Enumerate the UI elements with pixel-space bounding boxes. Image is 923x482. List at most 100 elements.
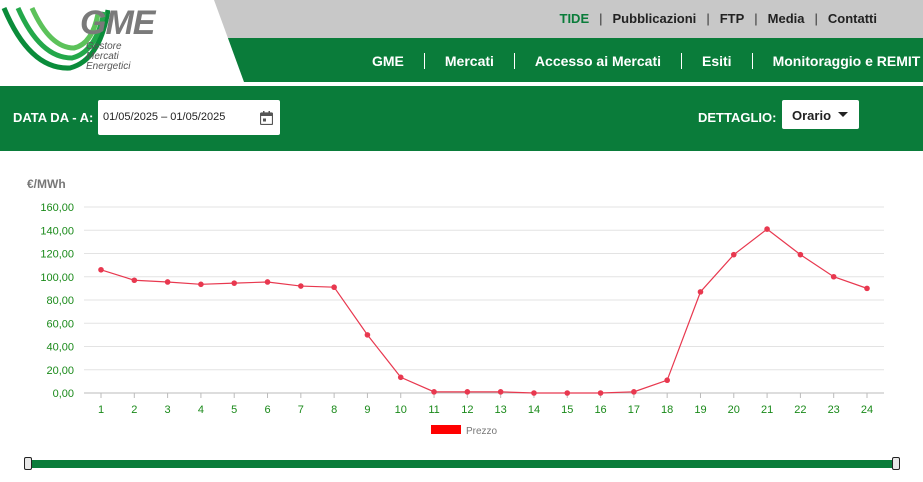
data-point	[331, 284, 337, 291]
y-tick-label: 0,00	[53, 388, 74, 400]
x-tick-label: 6	[264, 404, 270, 416]
legend-label: Prezzo	[466, 426, 498, 437]
data-point	[298, 283, 304, 289]
detail-select-value: Orario	[792, 108, 832, 123]
y-tick-label: 100,00	[40, 272, 74, 284]
separator	[751, 53, 753, 69]
data-point	[397, 374, 404, 381]
page: GME Gestore Mercati Energetici TIDE | Pu…	[0, 0, 923, 482]
x-tick-label: 20	[728, 404, 740, 416]
main-nav: GME Mercati Accesso ai Mercati Esiti Mon…	[372, 53, 920, 69]
chevron-down-icon	[838, 112, 848, 117]
y-tick-label: 20,00	[46, 365, 74, 377]
logo-wordmark: GME	[80, 4, 155, 42]
separator: |	[706, 11, 710, 26]
x-tick-label: 13	[495, 404, 507, 416]
data-point	[797, 251, 804, 258]
legend-swatch	[431, 425, 461, 434]
x-tick-label: 7	[298, 404, 304, 416]
chart-legend[interactable]: Prezzo	[431, 425, 498, 437]
y-tick-label: 160,00	[40, 202, 74, 214]
logo-subtitle-line: Energetici	[86, 61, 131, 72]
toplink-ftp[interactable]: FTP	[720, 11, 745, 26]
detail-select[interactable]: Orario	[782, 100, 859, 129]
x-tick-label: 11	[428, 404, 439, 416]
data-point	[497, 389, 504, 395]
y-tick-label: 140,00	[40, 225, 74, 237]
nav-esiti[interactable]: Esiti	[702, 53, 732, 69]
nav-accesso-mercati[interactable]: Accesso ai Mercati	[535, 53, 661, 69]
series-prezzo	[98, 226, 870, 396]
y-tick-label: 120,00	[40, 249, 74, 261]
slider-track[interactable]	[28, 460, 897, 468]
data-point	[464, 389, 471, 395]
separator: |	[754, 11, 758, 26]
data-point	[231, 280, 238, 286]
x-tick-label: 24	[861, 404, 873, 416]
site-header: GME Gestore Mercati Energetici TIDE | Pu…	[0, 0, 923, 82]
data-point	[364, 332, 371, 338]
data-point	[264, 279, 271, 285]
data-point	[697, 289, 704, 295]
x-tick-label: 22	[794, 404, 806, 416]
separator	[513, 53, 515, 69]
x-tick-label: 19	[694, 404, 706, 416]
x-tick-label: 21	[761, 404, 773, 416]
date-range-input[interactable]: 01/05/2025 – 01/05/2025	[98, 100, 280, 135]
y-tick-label: 80,00	[46, 295, 74, 307]
x-tick-label: 12	[461, 404, 473, 416]
x-tick-label: 23	[828, 404, 840, 416]
data-point	[164, 279, 171, 285]
data-point	[830, 273, 837, 280]
separator	[681, 53, 682, 69]
toplink-pubblicazioni[interactable]: Pubblicazioni	[613, 11, 697, 26]
logo-subtitle: Gestore Mercati Energetici	[86, 42, 130, 72]
toplink-media[interactable]: Media	[768, 11, 805, 26]
x-tick-label: 5	[231, 404, 237, 416]
logo[interactable]: GME Gestore Mercati Energetici	[0, 0, 244, 82]
data-point	[431, 389, 437, 395]
filter-bar: DATA DA - A: 01/05/2025 – 01/05/2025 DET…	[0, 86, 923, 151]
range-slider[interactable]	[0, 455, 923, 475]
calendar-icon[interactable]	[260, 111, 273, 125]
y-axis-ticks: 0,00 20,00 40,00 60,00 80,00 100,00 120,00 140,…	[40, 202, 74, 400]
x-tick-label: 8	[331, 404, 337, 416]
data-point	[664, 377, 670, 384]
y-tick-label: 40,00	[46, 342, 74, 354]
chart-grid	[84, 206, 884, 394]
data-point	[730, 251, 737, 258]
separator	[423, 53, 425, 69]
date-range-label: DATA DA - A:	[13, 110, 94, 125]
date-range-value: 01/05/2025 – 01/05/2025	[103, 111, 226, 123]
slider-handle-left[interactable]	[24, 457, 32, 470]
toplink-tide[interactable]: TIDE	[560, 11, 590, 26]
x-tick-label: 9	[364, 404, 370, 416]
x-tick-label: 4	[198, 404, 204, 416]
x-tick-label: 16	[594, 404, 606, 416]
x-axis-ticks: 1 2 3 4 5 6 7 8 9 10 11 12 13 14 15 16 17 18 19 20 21 22 23 24	[98, 393, 873, 416]
detail-label: DETTAGLIO:	[698, 110, 777, 125]
data-point	[531, 390, 537, 396]
separator: |	[599, 11, 603, 26]
nav-gme[interactable]: GME	[372, 53, 404, 69]
nav-mercati[interactable]: Mercati	[445, 53, 494, 69]
toplink-contatti[interactable]: Contatti	[828, 11, 877, 26]
top-links: TIDE | Pubblicazioni | FTP | Media | Con…	[560, 11, 878, 26]
data-point	[98, 266, 104, 273]
data-point	[864, 285, 870, 292]
x-tick-label: 15	[561, 404, 573, 416]
x-tick-label: 14	[528, 404, 540, 416]
separator: |	[814, 11, 818, 26]
x-tick-label: 3	[165, 404, 171, 416]
data-point	[564, 390, 571, 396]
x-tick-label: 17	[628, 404, 640, 416]
y-tick-label: 60,00	[46, 318, 74, 330]
data-point	[198, 281, 204, 288]
price-line-chart: €/MWh 0,0020,0040,0060,0080,00100,00120,…	[27, 177, 884, 437]
data-point	[764, 226, 770, 232]
data-point	[631, 389, 637, 395]
x-tick-label: 10	[395, 404, 407, 416]
data-point	[597, 390, 604, 396]
nav-monitoraggio-remit[interactable]: Monitoraggio e REMIT	[773, 53, 921, 69]
slider-handle-right[interactable]	[892, 457, 900, 470]
